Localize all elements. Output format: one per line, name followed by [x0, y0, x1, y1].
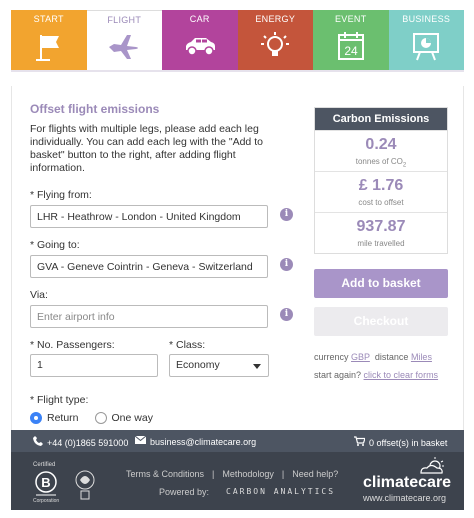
phone-number[interactable]: +44 (0)1865 591000	[47, 438, 128, 448]
airplane-icon	[109, 35, 139, 59]
tab-flight-label: FLIGHT	[107, 15, 142, 25]
phone-icon	[33, 436, 43, 449]
footer-separator: |	[212, 469, 215, 479]
tab-energy[interactable]: ENERGY	[237, 10, 313, 70]
flying-from-input[interactable]	[30, 205, 268, 228]
tab-energy-label: ENERGY	[255, 14, 296, 24]
units-line: currency GBP distance Miles	[314, 352, 432, 362]
return-label: Return	[47, 412, 79, 424]
email-item: business@climatecare.org	[134, 435, 256, 447]
one-way-label: One way	[111, 412, 153, 424]
miles-value: 937.87	[356, 218, 406, 235]
emissions-cost: £ 1.76 cost to offset	[315, 171, 447, 212]
footer-separator: |	[281, 469, 285, 479]
calendar-day: 24	[344, 44, 358, 58]
carbon-emissions-box: Carbon Emissions 0.24 tonnes of CO2 £ 1.…	[314, 107, 448, 254]
footer-links: Terms & Conditions | Methodology | Need …	[126, 469, 338, 479]
phone-item: +44 (0)1865 591000	[33, 436, 128, 449]
return-radio[interactable]	[30, 412, 42, 424]
b-corp-logo: Certified B Corporation	[33, 462, 95, 504]
class-label: * Class:	[169, 339, 206, 351]
help-link[interactable]: Need help?	[292, 469, 338, 479]
powered-by-label: Powered by:	[159, 487, 210, 497]
distance-label: distance	[374, 352, 409, 362]
svg-text:Certified: Certified	[33, 462, 55, 468]
passengers-label: * No. Passengers:	[30, 339, 115, 351]
tabs-divider	[11, 70, 464, 72]
going-to-label: * Going to:	[30, 239, 80, 251]
start-again-label: start again?	[314, 370, 362, 380]
via-input[interactable]	[30, 305, 268, 328]
tab-start-label: START	[33, 14, 64, 24]
carbon-analytics-logo[interactable]: CARBON ANALYTICS	[226, 487, 335, 496]
going-to-info-icon[interactable]: i	[280, 258, 293, 271]
svg-text:Corporation: Corporation	[33, 498, 59, 504]
distance-link[interactable]: Miles	[411, 352, 432, 362]
cart-icon	[354, 436, 366, 449]
car-icon	[185, 38, 215, 56]
chevron-down-icon	[253, 364, 261, 369]
basket-item[interactable]: 0 offset(s) in basket	[354, 436, 447, 449]
tab-business-label: BUSINESS	[402, 14, 451, 24]
tab-start[interactable]: START	[11, 10, 87, 70]
envelope-icon	[134, 435, 147, 447]
via-label: Via:	[30, 289, 48, 301]
currency-label: currency	[314, 352, 349, 362]
add-to-basket-button[interactable]: Add to basket	[314, 269, 448, 298]
via-info-icon[interactable]: i	[280, 308, 293, 321]
start-again-line: start again? click to clear forms	[314, 370, 438, 380]
emissions-miles: 937.87 mile travelled	[315, 212, 447, 253]
svg-text:B: B	[41, 475, 50, 490]
flying-from-info-icon[interactable]: i	[280, 208, 293, 221]
methodology-link[interactable]: Methodology	[222, 469, 274, 479]
class-select-value: Economy	[176, 359, 220, 371]
lightbulb-icon	[261, 32, 290, 56]
tab-car-label: CAR	[189, 14, 210, 24]
email-address[interactable]: business@climatecare.org	[150, 437, 256, 447]
tab-bar: START FLIGHT CAR ENERGY EVENT 24 BUSINES…	[11, 10, 464, 72]
checkout-button[interactable]: Checkout	[314, 307, 448, 336]
tab-event[interactable]: EVENT 24	[313, 10, 389, 70]
terms-link[interactable]: Terms & Conditions	[126, 469, 204, 479]
climatecare-url[interactable]: www.climatecare.org	[363, 493, 446, 503]
cost-unit: cost to offset	[358, 198, 404, 207]
tab-flight[interactable]: FLIGHT	[86, 10, 162, 72]
climatecare-logo[interactable]: climatecare	[363, 474, 451, 492]
tonnes-unit: tonnes of CO2	[355, 157, 407, 169]
emissions-tonnes: 0.24 tonnes of CO2	[315, 130, 447, 171]
currency-link[interactable]: GBP	[351, 352, 370, 362]
cost-value: £ 1.76	[358, 177, 404, 194]
flight-panel: Offset flight emissions For flights with…	[11, 86, 464, 430]
tab-event-label: EVENT	[334, 14, 367, 24]
tab-car[interactable]: CAR	[162, 10, 238, 70]
footer: Certified B Corporation Terms & Conditio…	[11, 452, 464, 510]
flight-type-label: * Flight type:	[30, 394, 89, 406]
flying-from-label: * Flying from:	[30, 189, 92, 201]
miles-unit: mile travelled	[357, 239, 405, 248]
sun-cloud-logo-icon	[420, 457, 444, 474]
clear-forms-link[interactable]: click to clear forms	[364, 370, 439, 380]
calendar-icon: 24	[337, 32, 364, 60]
intro-text: For flights with multiple legs, please a…	[30, 123, 263, 174]
presentation-icon	[413, 33, 440, 61]
tab-business[interactable]: BUSINESS	[388, 10, 464, 70]
flight-type-radios: Return One way	[30, 412, 153, 424]
section-title: Offset flight emissions	[30, 102, 160, 116]
certifications: Certified B Corporation	[33, 458, 103, 508]
contact-bar: +44 (0)1865 591000 business@climatecare.…	[11, 430, 464, 452]
class-select[interactable]: Economy	[169, 354, 269, 377]
basket-count: 0 offset(s) in basket	[369, 437, 448, 448]
passengers-input[interactable]: 1	[30, 354, 158, 377]
emissions-header: Carbon Emissions	[315, 108, 447, 130]
going-to-input[interactable]	[30, 255, 268, 278]
award-emblem-icon	[75, 470, 95, 500]
one-way-radio[interactable]	[94, 412, 107, 424]
flag-icon	[35, 35, 59, 61]
tonnes-value: 0.24	[365, 136, 397, 153]
